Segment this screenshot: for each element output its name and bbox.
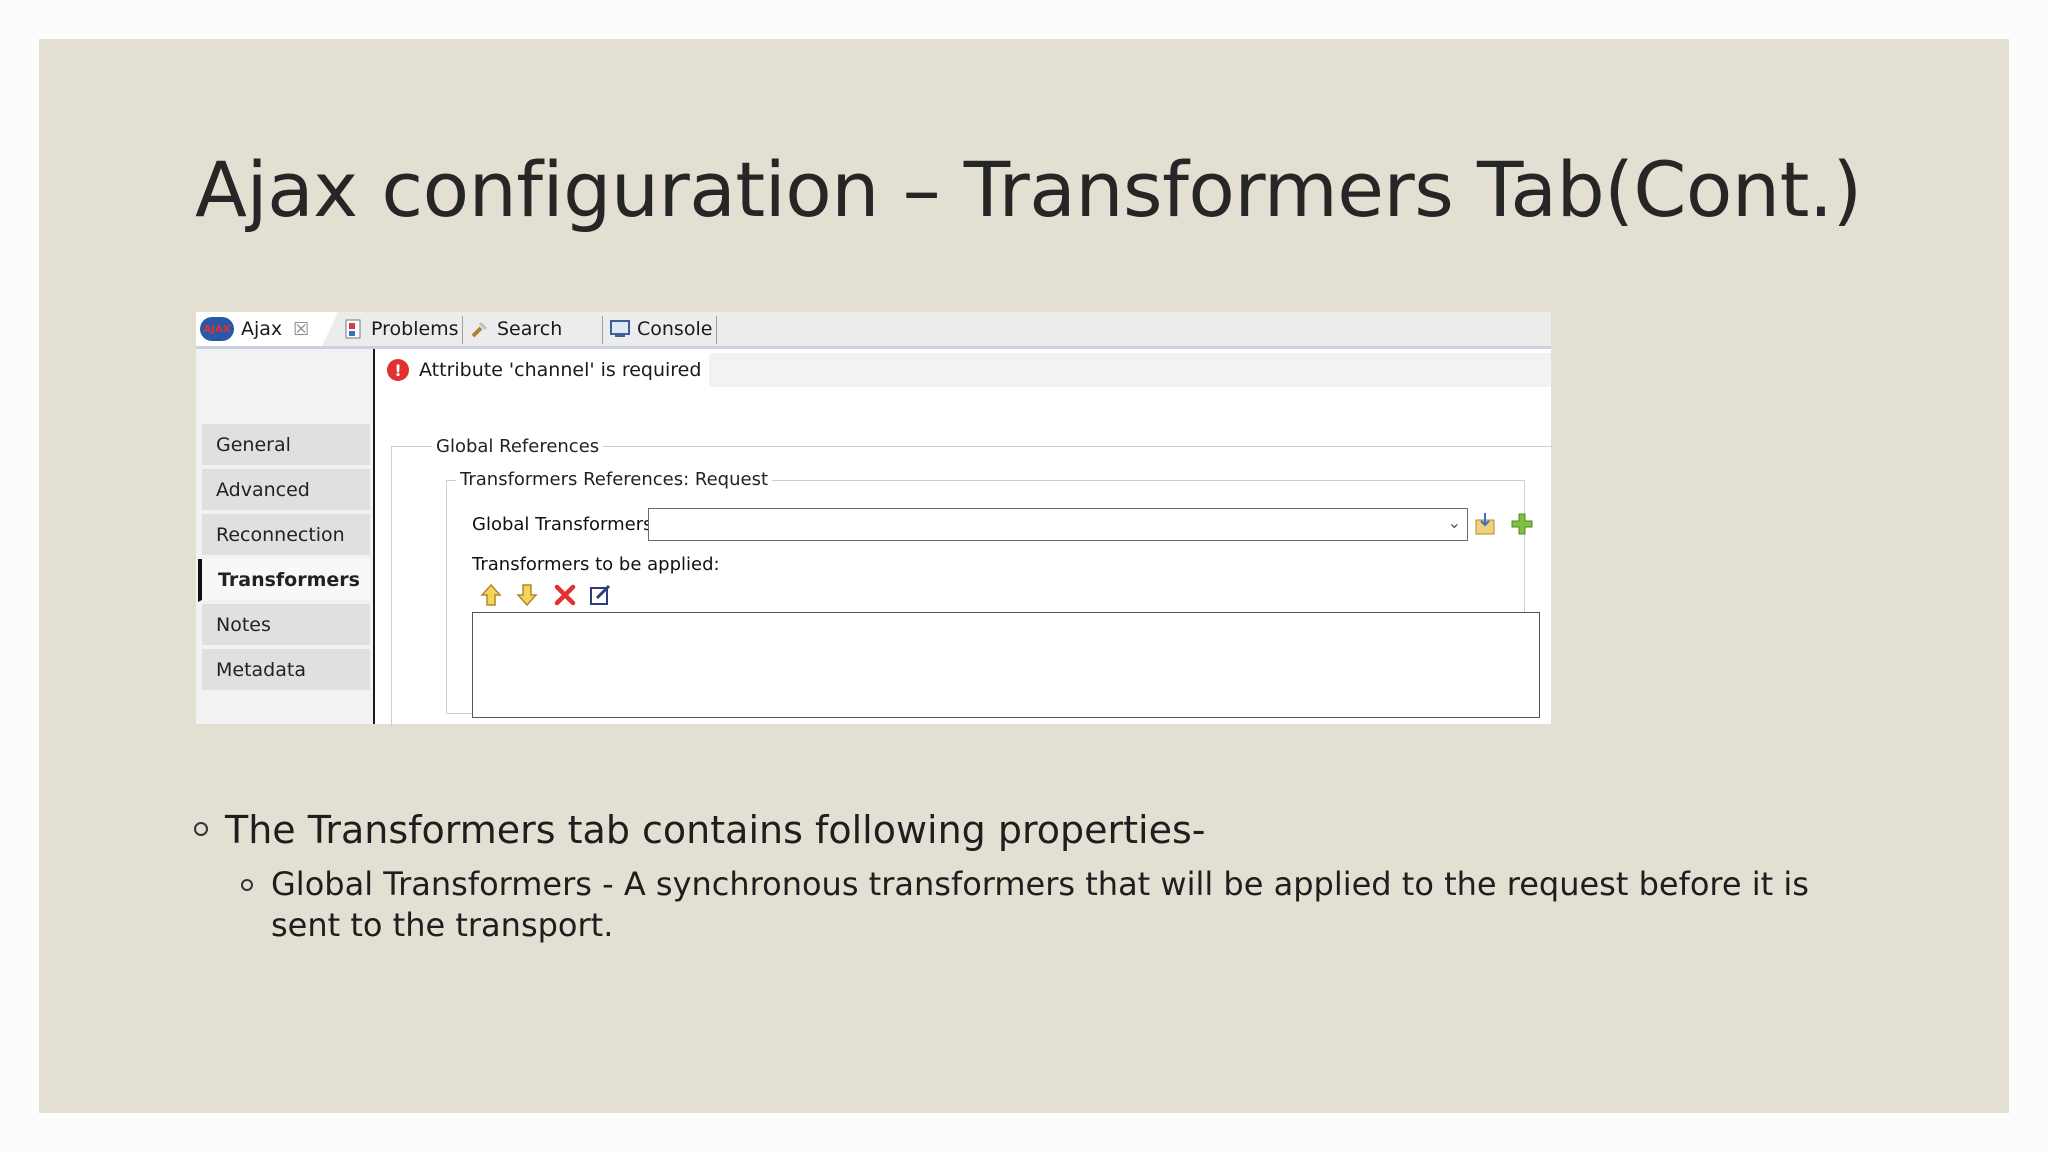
close-icon[interactable]: ☒: [293, 319, 309, 340]
sidebar-item-metadata[interactable]: Metadata: [202, 649, 370, 692]
tab-search[interactable]: Search: [470, 312, 562, 346]
error-icon: !: [387, 359, 409, 381]
tab-console-label: Console: [637, 318, 713, 340]
sidebar-item-general[interactable]: General: [202, 424, 370, 467]
request-references-label: Transformers References: Request: [456, 469, 773, 490]
bullet-marker: [241, 879, 253, 891]
plus-icon: [1511, 513, 1533, 535]
delete-icon: [554, 584, 576, 606]
sidebar-item-advanced[interactable]: Advanced: [202, 469, 370, 512]
browse-icon: [1475, 513, 1495, 535]
tab-separator: [462, 316, 463, 344]
transformers-to-apply-label: Transformers to be applied:: [472, 554, 720, 575]
chevron-down-icon[interactable]: ⌄: [1448, 513, 1461, 532]
sidebar-item-transformers[interactable]: Transformers: [198, 559, 370, 602]
browse-reference-button[interactable]: [1472, 510, 1500, 538]
edit-icon: [590, 584, 611, 605]
error-text: Attribute 'channel' is required: [419, 359, 702, 381]
sidebar-item-notes[interactable]: Notes: [202, 604, 370, 647]
slide-title: Ajax configuration – Transformers Tab(Co…: [195, 145, 1862, 234]
console-icon: [610, 320, 630, 337]
move-down-button[interactable]: [514, 582, 540, 608]
global-transformers-select[interactable]: ⌄: [648, 508, 1468, 541]
arrow-down-icon: [516, 584, 538, 607]
bullet-level2: Global Transformers - A synchronous tran…: [271, 865, 1809, 944]
ajax-icon: AJAX: [200, 317, 234, 341]
tab-search-label: Search: [497, 318, 563, 340]
add-button[interactable]: [1508, 510, 1536, 538]
tab-ajax-label: Ajax: [241, 318, 283, 340]
sidebar-item-reconnection[interactable]: Reconnection: [202, 514, 370, 557]
arrow-up-icon: [480, 583, 502, 606]
bullet-marker: [194, 822, 208, 836]
delete-button[interactable]: [552, 582, 578, 608]
tab-separator: [716, 316, 717, 344]
global-transformers-label: Global Transformers:: [472, 514, 659, 535]
editor-screenshot: AJAX Ajax ☒ Problems Search Console Gene…: [196, 312, 1552, 727]
problems-icon: [345, 319, 361, 339]
transformers-list[interactable]: [472, 612, 1540, 718]
error-bar: ! Attribute 'channel' is required: [381, 353, 1551, 387]
tab-ajax[interactable]: AJAX Ajax ☒: [196, 312, 338, 346]
search-icon: [471, 321, 488, 338]
global-references-label: Global References: [432, 436, 604, 457]
tab-separator: [602, 316, 603, 344]
error-message: ! Attribute 'channel' is required: [381, 353, 710, 387]
tab-console[interactable]: Console: [610, 312, 712, 346]
edit-button[interactable]: [588, 582, 614, 608]
tab-problems-label: Problems: [371, 318, 459, 340]
sidebar-divider: [373, 349, 375, 724]
bullet-level1: The Transformers tab contains following …: [225, 808, 1206, 852]
move-up-button[interactable]: [478, 582, 504, 608]
editor-tab-bar: AJAX Ajax ☒ Problems Search Console: [196, 312, 1551, 349]
tab-problems[interactable]: Problems: [344, 312, 459, 346]
